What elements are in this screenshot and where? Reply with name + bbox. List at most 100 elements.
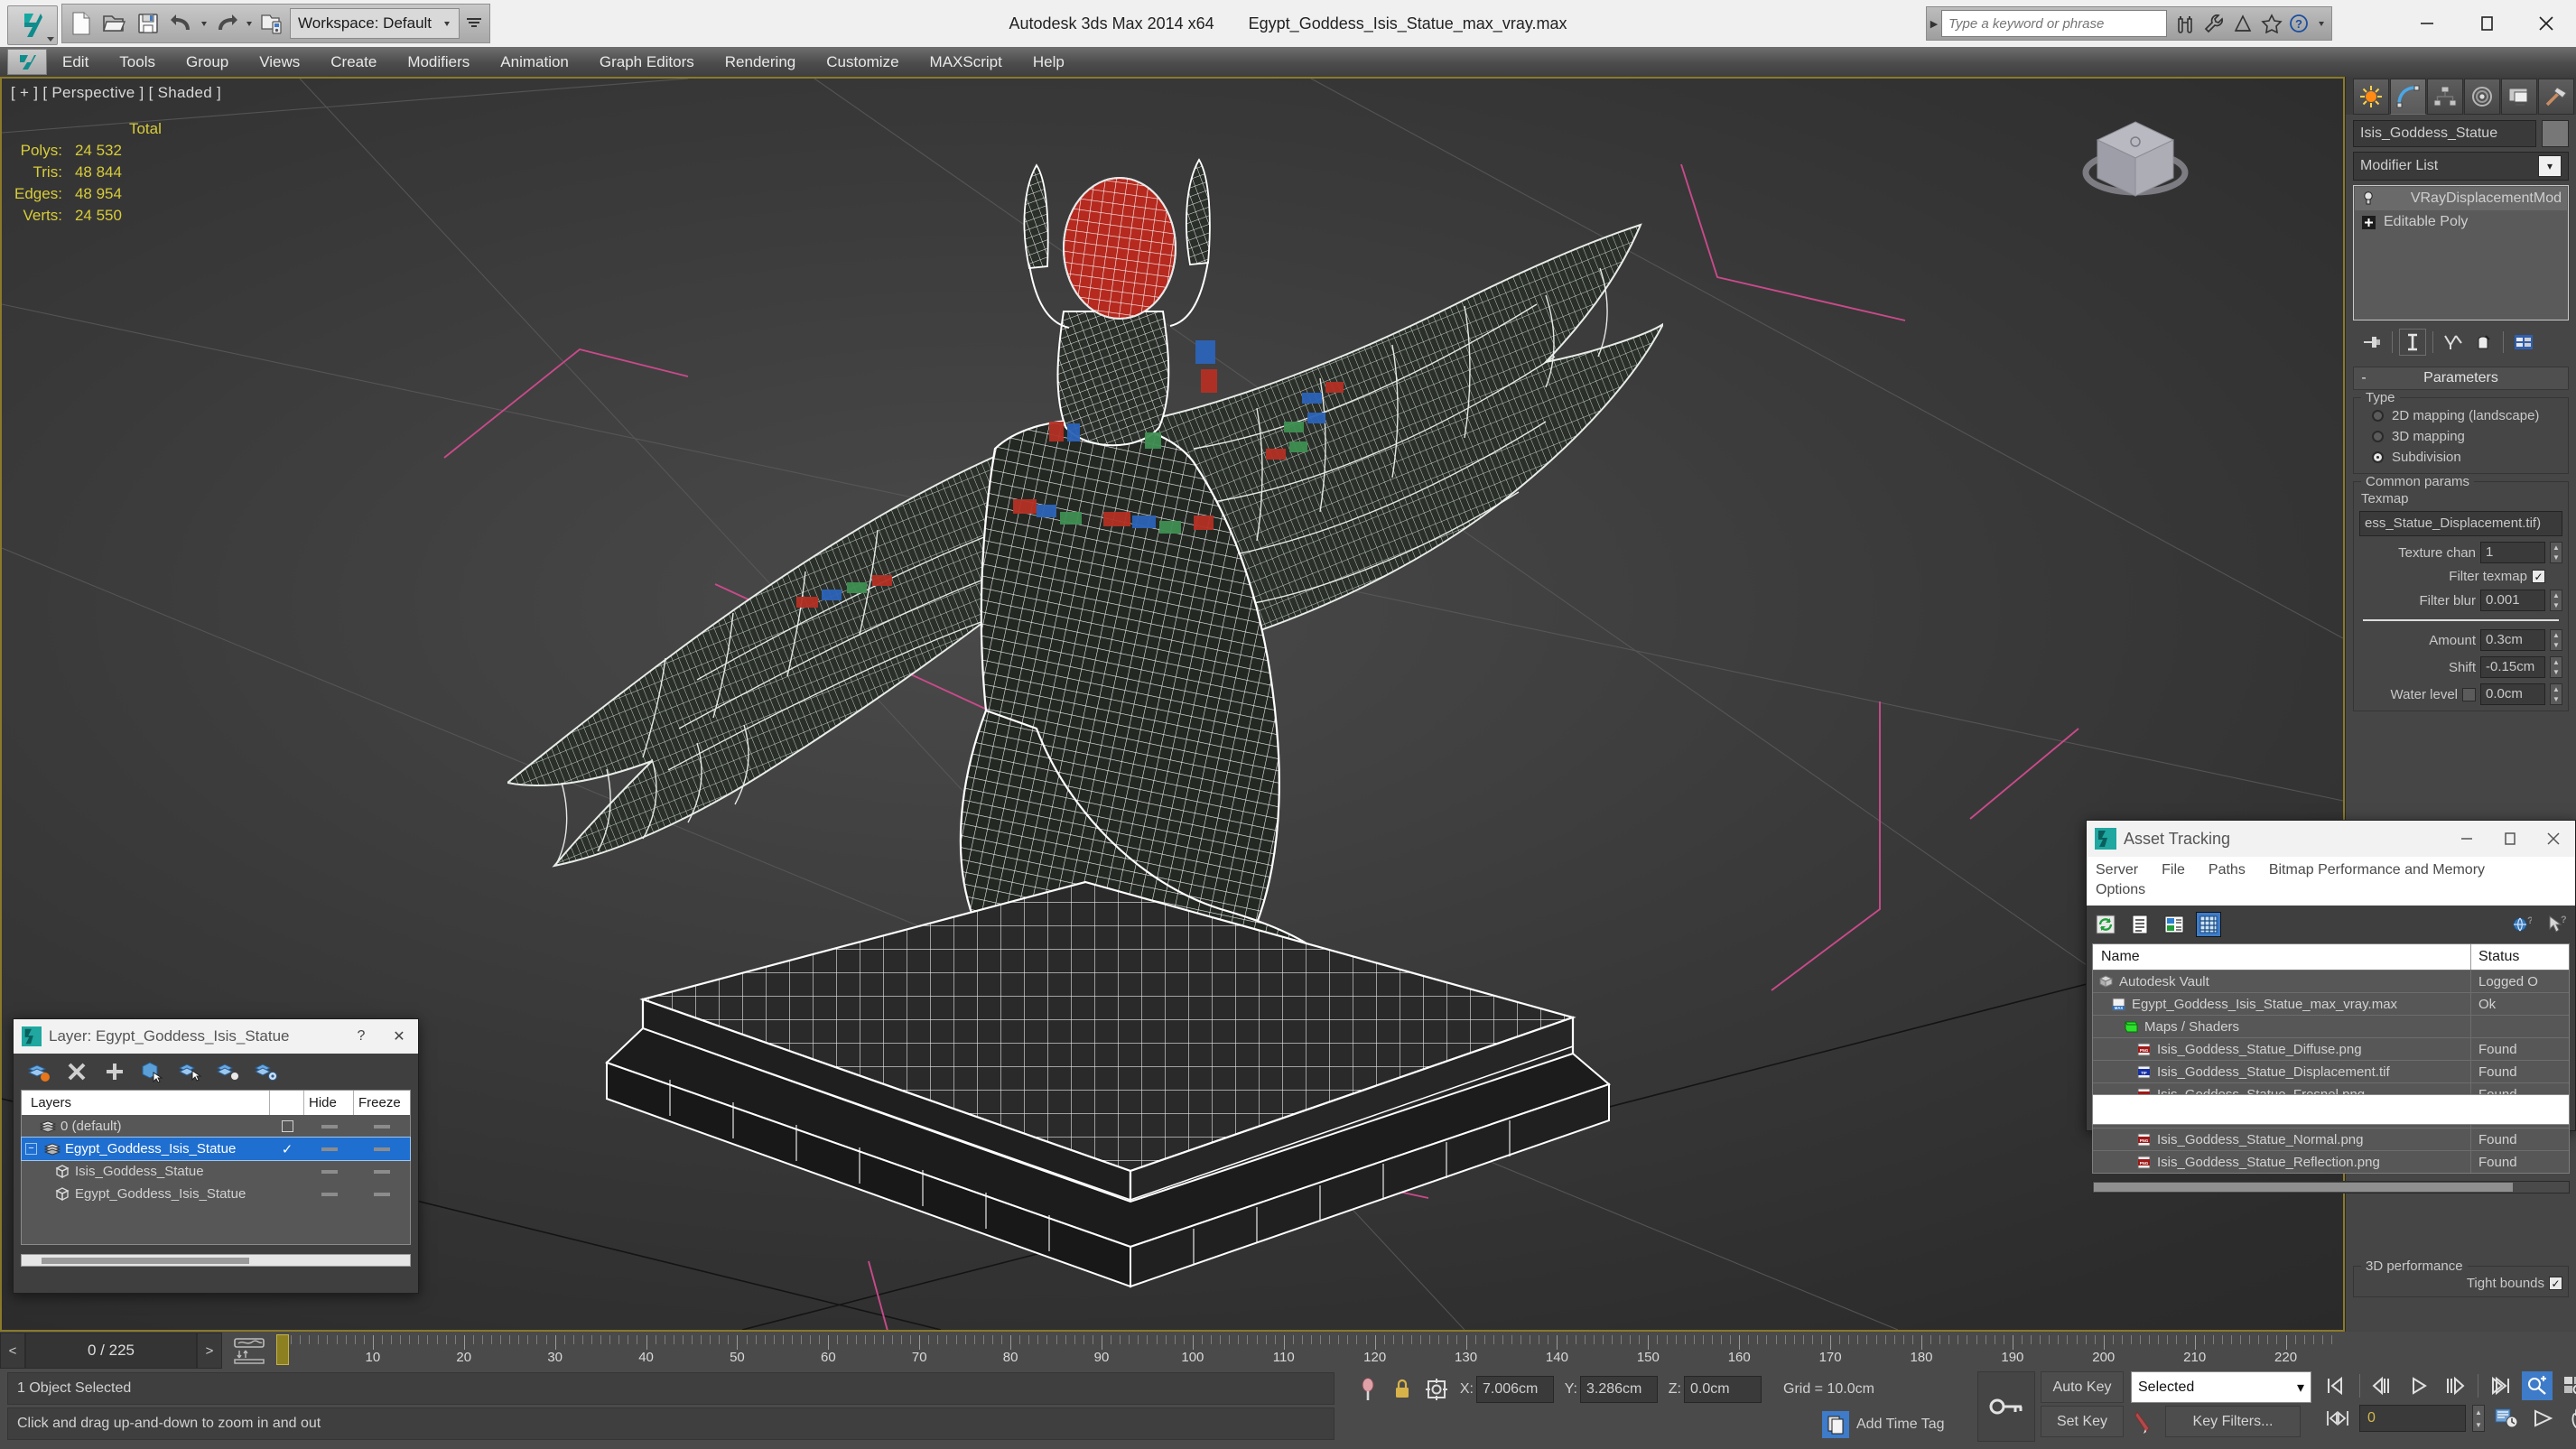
shift-field[interactable]: -0.15cm	[2480, 656, 2545, 678]
time-tag-icon[interactable]	[1822, 1411, 1849, 1438]
utilities-tab-icon[interactable]	[2538, 79, 2574, 115]
asset-table-row[interactable]: Maps / Shaders	[2093, 1015, 2569, 1037]
layer-freeze-cell[interactable]	[354, 1169, 410, 1174]
undo-icon[interactable]	[166, 8, 197, 39]
asset-tracking-maximize-button[interactable]	[2488, 821, 2532, 857]
modifier-stack-item-vraydisplacementmod[interactable]: VRayDisplacementMod	[2355, 187, 2567, 210]
go-to-start-icon[interactable]	[2322, 1371, 2353, 1400]
show-end-result-icon[interactable]	[2399, 329, 2426, 356]
time-ruler[interactable]: 0102030405060708090100110120130140150160…	[276, 1332, 2576, 1370]
star-icon[interactable]	[2259, 10, 2284, 37]
menu-item-rendering[interactable]: Rendering	[710, 47, 811, 77]
asset-menu-options[interactable]: Options	[2096, 882, 2145, 898]
menu-item-edit[interactable]: Edit	[47, 47, 104, 77]
scrollbar-thumb[interactable]	[42, 1258, 249, 1264]
search-expand-icon[interactable]: ▶	[1927, 7, 1941, 40]
object-color-swatch[interactable]	[2542, 120, 2569, 147]
close-button[interactable]	[2516, 0, 2576, 47]
asset-tracking-close-button[interactable]	[2532, 821, 2575, 857]
modify-tab-icon[interactable]	[2390, 79, 2426, 115]
frame-spinner[interactable]: ▲ ▼	[2472, 1405, 2485, 1432]
menu-item-views[interactable]: Views	[244, 47, 315, 77]
remove-modifier-icon[interactable]	[2469, 329, 2497, 356]
redo-icon[interactable]	[211, 8, 242, 39]
previous-frame-button[interactable]: <	[0, 1333, 25, 1369]
pan-icon[interactable]	[2565, 1404, 2576, 1433]
layer-dialog[interactable]: Layer: Egypt_Goddess_Isis_Statue ? ✕ Lay…	[13, 1018, 419, 1294]
auto-key-button[interactable]: Auto Key	[2041, 1371, 2124, 1403]
texture-channel-spinner[interactable]: ▲ ▼	[2550, 542, 2562, 563]
layer-table-row[interactable]: Isis_Goddess_Statue	[22, 1160, 410, 1183]
asset-menu-file[interactable]: File	[2162, 862, 2185, 878]
asset-horizontal-scrollbar[interactable]	[2092, 1181, 2570, 1194]
layer-freeze-cell[interactable]	[354, 1124, 410, 1129]
menu-item-create[interactable]: Create	[315, 47, 392, 77]
asset-menu-server[interactable]: Server	[2096, 862, 2138, 878]
column-header-name[interactable]: Name	[2093, 944, 2471, 970]
add-time-tag-label[interactable]: Add Time Tag	[1856, 1416, 1945, 1433]
search-input[interactable]	[1941, 10, 2167, 37]
next-frame-button[interactable]: >	[197, 1333, 222, 1369]
asset-menu-bitmap-performance[interactable]: Bitmap Performance and Memory	[2269, 862, 2485, 878]
modifier-stack-item-editable-poly[interactable]: Editable Poly	[2355, 210, 2567, 234]
previous-frame-icon[interactable]	[2367, 1371, 2397, 1400]
make-unique-icon[interactable]	[2440, 329, 2467, 356]
asset-tracking-minimize-button[interactable]	[2445, 821, 2488, 857]
water-level-checkbox[interactable]	[2462, 687, 2476, 701]
column-header-current[interactable]	[270, 1091, 304, 1115]
asset-table-row[interactable]: MAX Egypt_Goddess_Isis_Statue_max_vray.ma…	[2093, 992, 2569, 1015]
coordinate-x-field[interactable]: 7.006cm	[1476, 1376, 1554, 1403]
plus-expand-icon[interactable]	[2360, 214, 2376, 230]
new-file-icon[interactable]	[66, 8, 97, 39]
filter-blur-field[interactable]: 0.001	[2480, 590, 2545, 611]
pin-stack-icon[interactable]	[2358, 329, 2385, 356]
key-mode-toggle-icon[interactable]	[2322, 1404, 2353, 1433]
help-globe-icon[interactable]: ?	[2510, 913, 2534, 936]
refresh-icon[interactable]	[2094, 913, 2117, 936]
isis-statue-wireframe-model[interactable]	[507, 151, 1663, 1315]
parameters-rollout-header[interactable]: - Parameters	[2353, 367, 2569, 390]
set-key-pencil-icon[interactable]	[2131, 1407, 2158, 1437]
next-frame-icon[interactable]	[2441, 1371, 2471, 1400]
asset-table-row[interactable]: TIF Isis_Goddess_Statue_Displacement.tif F…	[2093, 1060, 2569, 1082]
menu-item-tools[interactable]: Tools	[104, 47, 171, 77]
binoculars-icon[interactable]	[2172, 10, 2198, 37]
radio-subdivision[interactable]: Subdivision	[2359, 447, 2562, 468]
menu-item-modifiers[interactable]: Modifiers	[392, 47, 485, 77]
help-caret-icon[interactable]	[2319, 21, 2324, 26]
menu-item-group[interactable]: Group	[171, 47, 244, 77]
key-mode-dropdown[interactable]: Selected ▾	[2131, 1371, 2311, 1403]
amount-spinner[interactable]: ▲ ▼	[2550, 629, 2562, 651]
maximize-button[interactable]	[2457, 0, 2516, 47]
play-icon[interactable]	[2404, 1371, 2434, 1400]
column-header-status[interactable]: Status	[2471, 944, 2569, 970]
asset-table-row[interactable]: Autodesk Vault Logged O	[2093, 970, 2569, 992]
expander-icon[interactable]: −	[25, 1143, 37, 1155]
display-tab-icon[interactable]	[2501, 79, 2537, 115]
wrench-icon[interactable]	[2201, 10, 2227, 37]
satellite-dish-icon[interactable]	[2230, 10, 2255, 37]
shift-spinner[interactable]: ▲ ▼	[2550, 656, 2562, 678]
texmap-field[interactable]: ess_Statue_Displacement.tif)	[2359, 511, 2562, 536]
hierarchy-tab-icon[interactable]	[2427, 79, 2463, 115]
layer-freeze-cell[interactable]	[354, 1147, 410, 1151]
current-layer-check-icon[interactable]: ✓	[282, 1141, 293, 1157]
rollout-collapse-icon[interactable]: -	[2354, 370, 2374, 386]
set-key-toggle-button[interactable]	[1977, 1371, 2035, 1442]
layer-dialog-help-button[interactable]: ?	[342, 1019, 380, 1054]
track-bar-icon[interactable]	[222, 1332, 276, 1370]
selection-lock-pin-icon[interactable]	[1354, 1374, 1381, 1405]
viewcube[interactable]	[2070, 102, 2206, 219]
delete-layer-icon[interactable]	[64, 1059, 89, 1084]
list-view-icon[interactable]	[2128, 913, 2152, 936]
save-file-icon[interactable]	[133, 8, 163, 39]
details-view-icon[interactable]	[2162, 913, 2186, 936]
current-frame-input[interactable]: 0	[2359, 1405, 2466, 1432]
configure-modifier-sets-icon[interactable]	[2510, 329, 2537, 356]
asset-menu-paths[interactable]: Paths	[2209, 862, 2246, 878]
filter-texmap-checkbox[interactable]: ✓	[2532, 570, 2545, 583]
radio-2d-mapping[interactable]: 2D mapping (landscape)	[2359, 405, 2562, 426]
open-file-icon[interactable]	[99, 8, 130, 39]
asset-table-row[interactable]: PNG Isis_Goddess_Statue_Reflection.png Fou…	[2093, 1150, 2569, 1173]
time-slider-handle[interactable]	[276, 1334, 289, 1365]
